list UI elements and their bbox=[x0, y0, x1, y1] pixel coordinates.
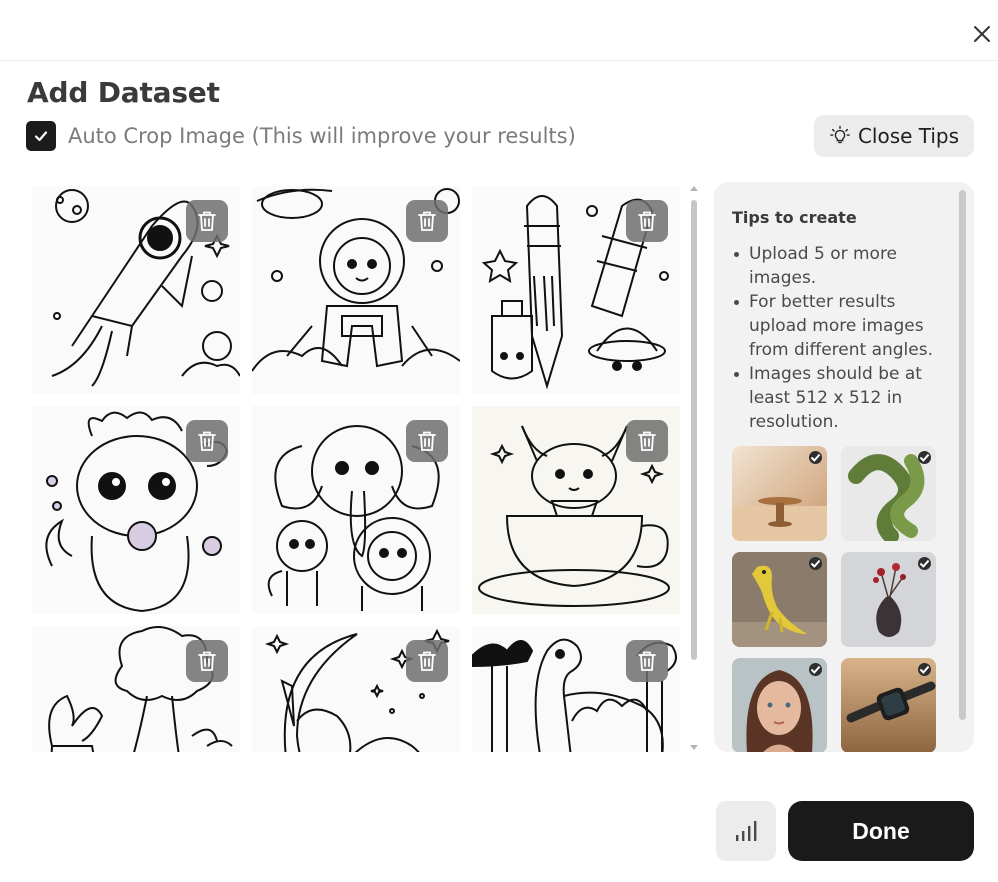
trash-icon bbox=[418, 431, 436, 451]
example-image-knot bbox=[841, 446, 936, 541]
bar-chart-icon bbox=[736, 821, 757, 841]
trash-icon bbox=[418, 651, 436, 671]
dataset-image-jungle-animals[interactable] bbox=[252, 406, 460, 614]
trash-icon bbox=[638, 651, 656, 671]
tips-panel: Tips to create Upload 5 or more images. … bbox=[714, 182, 974, 752]
trash-icon bbox=[198, 211, 216, 231]
trash-icon bbox=[638, 211, 656, 231]
tips-list: Upload 5 or more images. For better resu… bbox=[732, 242, 950, 434]
stats-button[interactable] bbox=[716, 801, 776, 861]
auto-crop-label: Auto Crop Image (This will improve your … bbox=[68, 124, 576, 148]
example-image-lizard bbox=[732, 552, 827, 647]
dataset-image-unicorn[interactable] bbox=[252, 626, 460, 752]
dataset-image-dragon[interactable] bbox=[32, 406, 240, 614]
scroll-thumb[interactable] bbox=[691, 200, 697, 660]
close-icon[interactable] bbox=[970, 22, 994, 46]
delete-image-button[interactable] bbox=[186, 200, 228, 242]
delete-image-button[interactable] bbox=[626, 640, 668, 682]
delete-image-button[interactable] bbox=[406, 200, 448, 242]
page-title: Add Dataset bbox=[27, 76, 220, 109]
selected-check-icon bbox=[809, 663, 822, 676]
delete-image-button[interactable] bbox=[626, 420, 668, 462]
tip-item: For better results upload more images fr… bbox=[732, 290, 950, 362]
tip-item: Images should be at least 512 x 512 in r… bbox=[732, 362, 950, 434]
scroll-up-icon[interactable] bbox=[689, 184, 699, 194]
delete-image-button[interactable] bbox=[186, 640, 228, 682]
tips-scrollbar[interactable] bbox=[959, 190, 966, 720]
auto-crop-option[interactable]: Auto Crop Image (This will improve your … bbox=[26, 121, 576, 151]
image-grid-scrollbar[interactable] bbox=[689, 184, 699, 752]
delete-image-button[interactable] bbox=[406, 640, 448, 682]
auto-crop-checkbox[interactable] bbox=[26, 121, 56, 151]
trash-icon bbox=[198, 651, 216, 671]
tips-title: Tips to create bbox=[732, 208, 857, 227]
lightbulb-icon bbox=[830, 125, 850, 144]
dataset-image-astronaut[interactable] bbox=[252, 186, 460, 394]
trash-icon bbox=[418, 211, 436, 231]
tip-item: Upload 5 or more images. bbox=[732, 242, 950, 290]
trash-icon bbox=[638, 431, 656, 451]
dataset-image-rocket[interactable] bbox=[32, 186, 240, 394]
delete-image-button[interactable] bbox=[626, 200, 668, 242]
dataset-image-dinosaur[interactable] bbox=[472, 626, 680, 752]
selected-check-icon bbox=[809, 451, 822, 464]
example-image-vase bbox=[841, 552, 936, 647]
scroll-down-icon[interactable] bbox=[689, 742, 699, 752]
selected-check-icon bbox=[918, 451, 931, 464]
example-image-watch bbox=[841, 658, 936, 752]
dataset-image-kitten-teacup[interactable] bbox=[472, 406, 680, 614]
close-tips-button[interactable]: Close Tips bbox=[814, 115, 974, 157]
selected-check-icon bbox=[918, 663, 931, 676]
delete-image-button[interactable] bbox=[406, 420, 448, 462]
dataset-image-grid bbox=[32, 186, 682, 752]
dataset-image-vegetables[interactable] bbox=[32, 626, 240, 752]
check-icon bbox=[34, 131, 48, 142]
example-image-portrait bbox=[732, 658, 827, 752]
selected-check-icon bbox=[809, 557, 822, 570]
delete-image-button[interactable] bbox=[186, 420, 228, 462]
example-image-table bbox=[732, 446, 827, 541]
selected-check-icon bbox=[918, 557, 931, 570]
dataset-image-pencils[interactable] bbox=[472, 186, 680, 394]
trash-icon bbox=[198, 431, 216, 451]
done-button[interactable]: Done bbox=[788, 801, 974, 861]
close-tips-label: Close Tips bbox=[857, 124, 960, 148]
dialog-header bbox=[0, 0, 998, 61]
